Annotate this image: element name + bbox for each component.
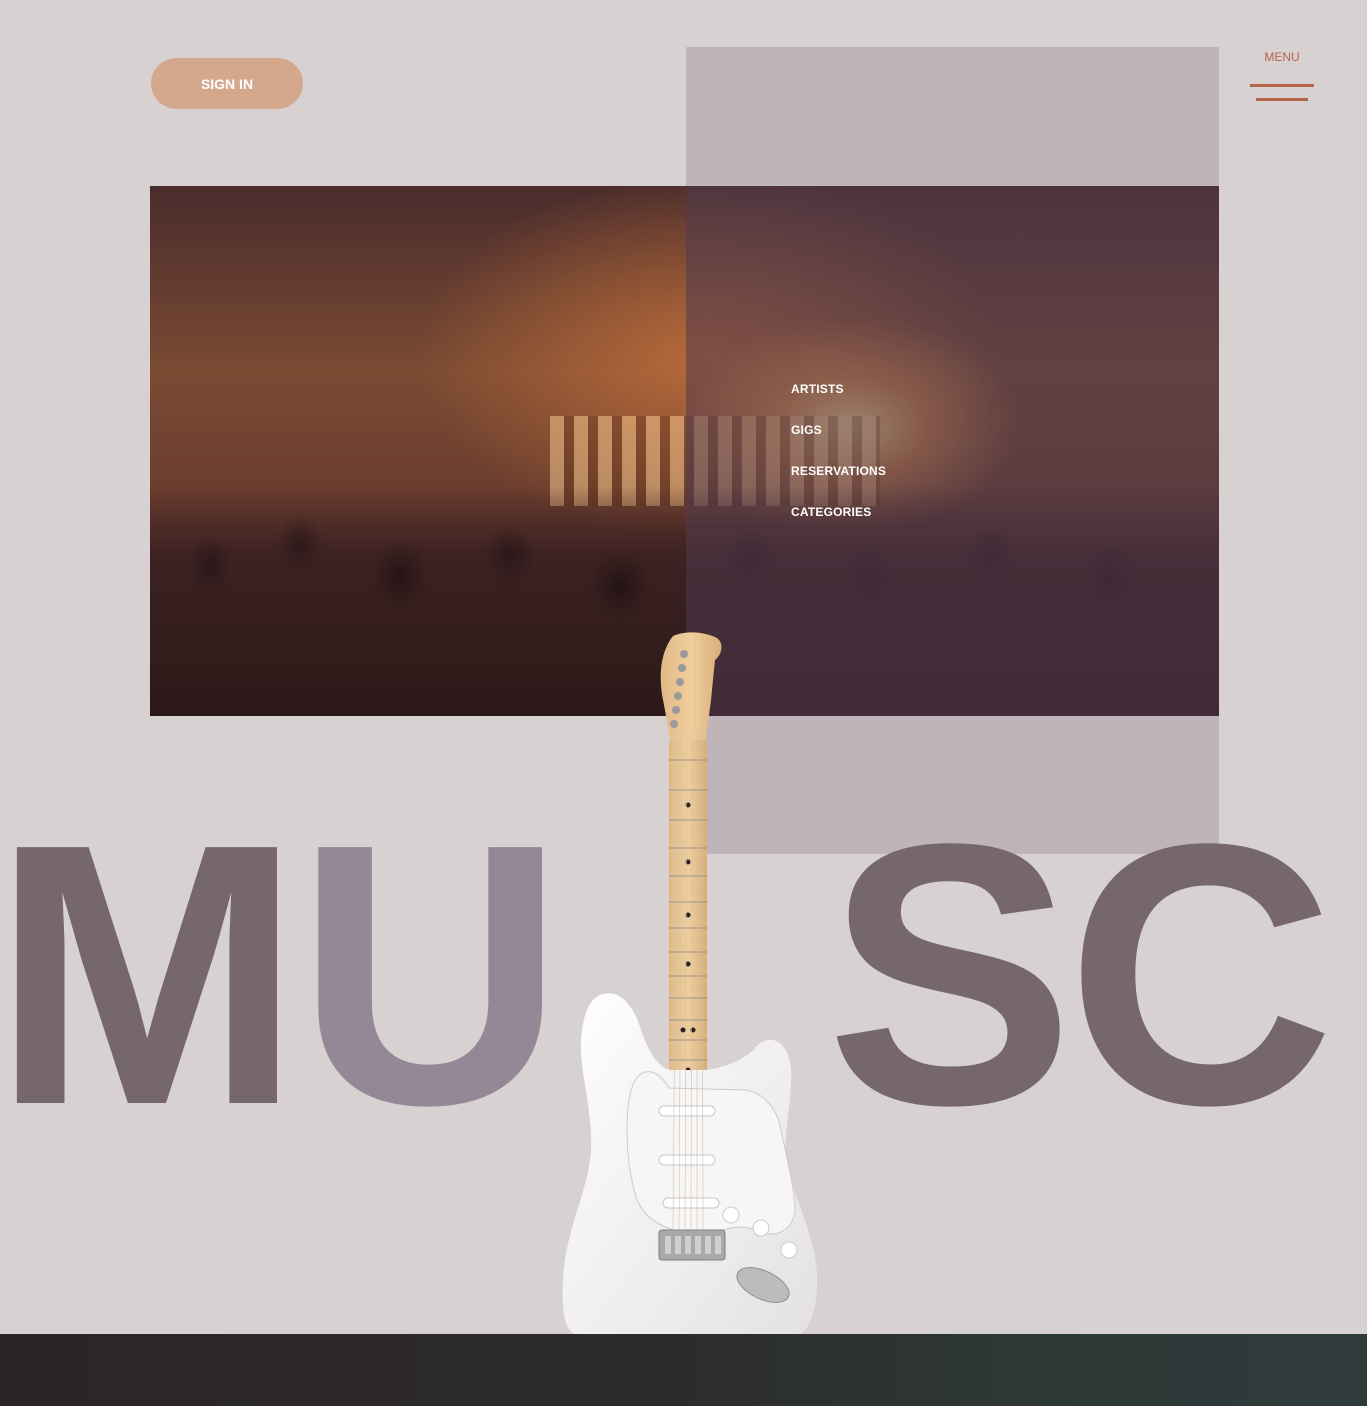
title-letter-u: U xyxy=(296,766,565,1182)
main-nav: ARTISTS GIGS RESERVATIONS CATEGORIES xyxy=(791,381,886,545)
sign-in-button[interactable]: SIGN IN xyxy=(151,58,303,109)
nav-item-artists[interactable]: ARTISTS xyxy=(791,381,886,422)
menu-label: MENU xyxy=(1264,50,1300,64)
title-letter-m: M xyxy=(0,766,302,1182)
nav-item-gigs[interactable]: GIGS xyxy=(791,422,886,463)
title-letters-sc: SC xyxy=(826,766,1335,1182)
footer-bar xyxy=(0,1334,1367,1406)
nav-item-reservations[interactable]: RESERVATIONS xyxy=(791,463,886,504)
guitar-image xyxy=(562,632,817,1335)
menu-toggle[interactable]: MENU xyxy=(1245,44,1319,106)
nav-item-categories[interactable]: CATEGORIES xyxy=(791,504,886,545)
